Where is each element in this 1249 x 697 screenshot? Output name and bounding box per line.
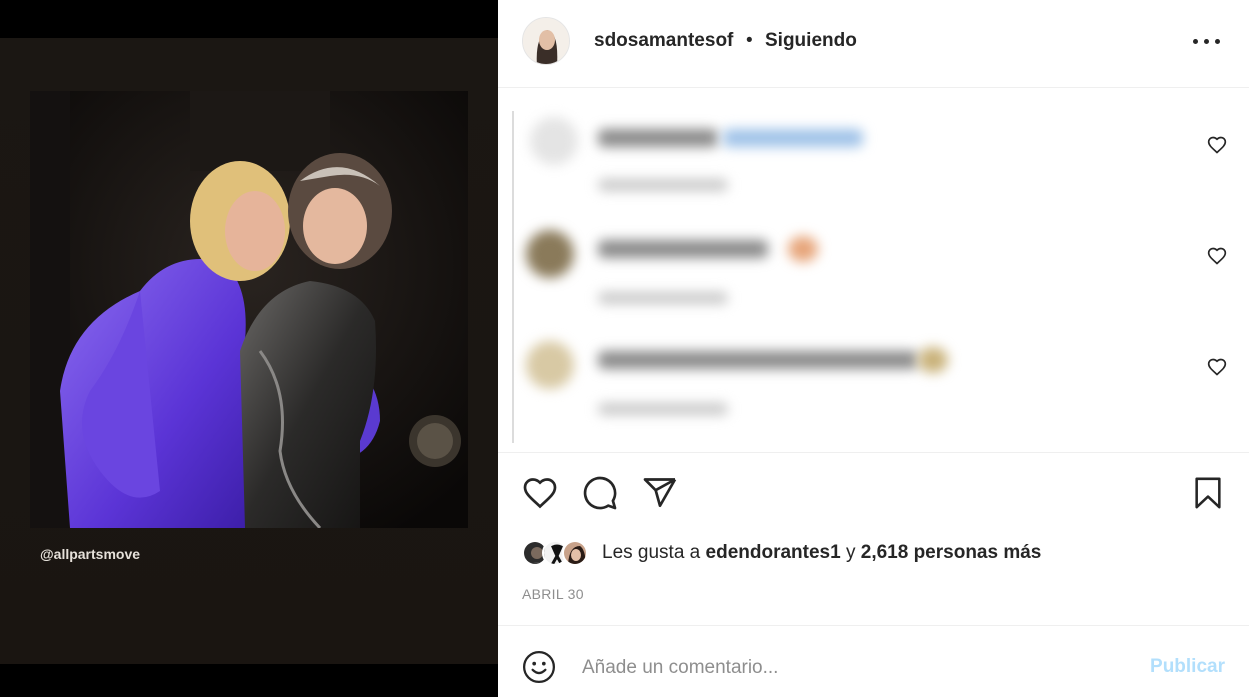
comment-emoji (788, 236, 818, 262)
comment-like-heart-icon[interactable] (1207, 357, 1227, 377)
likes-suffix: más (998, 542, 1042, 563)
bookmark-icon[interactable] (1188, 470, 1228, 516)
comment-item (498, 89, 1249, 199)
comment-like-heart-icon[interactable] (1207, 246, 1227, 266)
comment-avatar (526, 341, 574, 389)
header-separator: • (746, 30, 753, 51)
more-options-icon[interactable] (1192, 34, 1222, 48)
comment-text (598, 129, 718, 147)
comment-like-heart-icon[interactable] (1207, 135, 1227, 155)
comment-icon[interactable] (580, 470, 620, 516)
instagram-post-view: @allpartsmove sdosamantesof • Siguiendo (0, 0, 1249, 697)
emoji-icon[interactable] (522, 650, 556, 684)
following-button[interactable]: Siguiendo (765, 30, 857, 52)
likes-summary[interactable]: Les gusta a edendorantes1 y 2,618 person… (522, 536, 1041, 570)
comment-text (598, 240, 768, 258)
likes-prefix: Les gusta a (602, 542, 706, 563)
comment-avatar (530, 117, 578, 165)
likes-count-link[interactable]: 2,618 personas (861, 542, 998, 563)
avatar-image (523, 18, 569, 64)
share-icon[interactable] (640, 470, 680, 516)
likes-text: Les gusta a edendorantes1 y 2,618 person… (602, 542, 1041, 564)
comment-meta (598, 179, 728, 191)
photo (30, 91, 468, 528)
comment-avatar (526, 230, 574, 278)
user-avatar[interactable] (522, 17, 570, 65)
photo-illustration (30, 91, 468, 528)
comment-input[interactable] (582, 654, 1102, 682)
comment-emoji (918, 347, 948, 373)
publish-button[interactable]: Publicar (1150, 656, 1225, 678)
post-header: sdosamantesof • Siguiendo (498, 0, 1249, 88)
username-link[interactable]: sdosamantesof (594, 30, 733, 52)
comment-mention (723, 129, 863, 147)
liker-avatar (562, 540, 588, 566)
post-image[interactable]: @allpartsmove (0, 38, 498, 664)
comment-item (498, 311, 1249, 421)
comments-list[interactable] (498, 89, 1249, 453)
comment-text (598, 351, 918, 369)
media-credit: @allpartsmove (40, 546, 141, 562)
likes-middle: y (840, 542, 861, 563)
liker-username-link[interactable]: edendorantes1 (706, 542, 841, 563)
add-comment-bar: Publicar (498, 625, 1249, 697)
post-media-area: @allpartsmove (0, 0, 498, 697)
comment-meta (598, 403, 728, 415)
post-date[interactable]: ABRIL 30 (522, 586, 584, 602)
post-side-panel: sdosamantesof • Siguiendo Les gusta a ed… (498, 0, 1249, 697)
comment-item (498, 200, 1249, 310)
heart-icon[interactable] (520, 470, 560, 516)
post-actions (498, 470, 1249, 516)
comment-meta (598, 292, 728, 304)
